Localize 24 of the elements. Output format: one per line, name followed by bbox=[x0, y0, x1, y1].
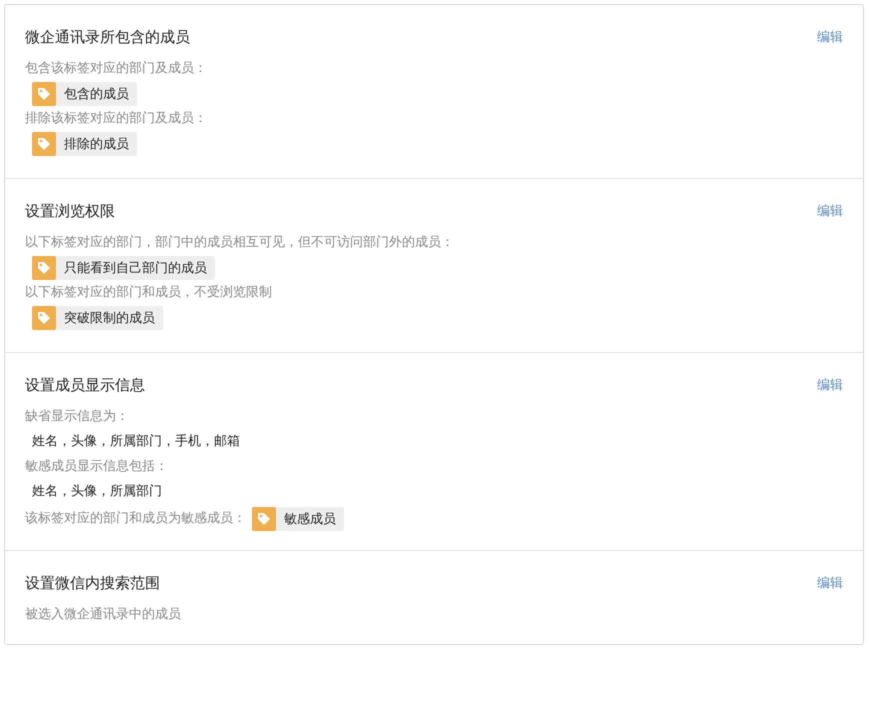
tag-icon bbox=[32, 306, 56, 330]
tag-icon bbox=[32, 256, 56, 280]
info-fields-text: 姓名，头像，所属部门 bbox=[32, 483, 163, 501]
section-title: 设置浏览权限 bbox=[25, 202, 115, 220]
description-text: 被选入微企通讯录中的成员 bbox=[25, 606, 182, 624]
tag-chip[interactable]: 只能看到自己部门的成员 bbox=[32, 256, 215, 280]
section-title: 设置成员显示信息 bbox=[25, 376, 145, 394]
tag-chip[interactable]: 排除的成员 bbox=[32, 132, 137, 156]
tag-chip[interactable]: 包含的成员 bbox=[32, 82, 137, 106]
description-text: 以下标签对应的部门，部门中的成员相互可见，但不可访问部门外的成员： bbox=[25, 234, 455, 252]
description-text: 排除该标签对应的部门及成员： bbox=[25, 110, 208, 128]
info-fields-text: 姓名，头像，所属部门，手机，邮箱 bbox=[32, 433, 241, 451]
tag-icon bbox=[252, 507, 276, 531]
description-text: 该标签对应的部门和成员为敏感成员： bbox=[25, 510, 246, 528]
description-text: 敏感成员显示信息包括： bbox=[25, 458, 169, 476]
description-text: 以下标签对应的部门和成员，不受浏览限制 bbox=[25, 284, 273, 302]
description-text: 包含该标签对应的部门及成员： bbox=[25, 60, 208, 78]
description-text: 缺省显示信息为： bbox=[25, 408, 130, 426]
tag-icon bbox=[32, 82, 56, 106]
tag-icon bbox=[32, 132, 56, 156]
section-title: 微企通讯录所包含的成员 bbox=[25, 28, 190, 46]
section-title: 设置微信内搜索范围 bbox=[25, 574, 160, 592]
tag-chip[interactable]: 敏感成员 bbox=[252, 507, 344, 531]
tag-chip[interactable]: 突破限制的成员 bbox=[32, 306, 163, 330]
